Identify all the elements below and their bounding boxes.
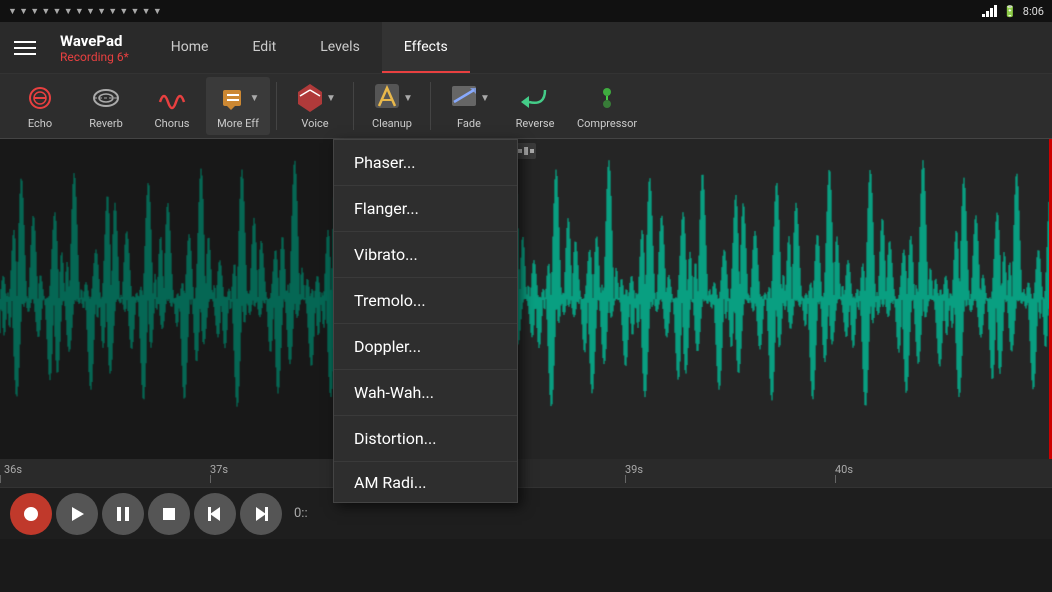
timeline: 36s 37s 38s 39s 40s (0, 459, 1052, 487)
cleanup-icon-row: ▼ (371, 82, 413, 114)
cleanup-button[interactable]: ▼ Cleanup (360, 77, 424, 135)
status-bar-right: 🔋 8:06 (982, 5, 1044, 18)
timeline-tick (0, 475, 1, 483)
timeline-marker-40s: 40s (835, 463, 853, 476)
fade-arrow: ▼ (480, 93, 490, 104)
tab-home[interactable]: Home (149, 22, 231, 73)
play-button[interactable] (56, 493, 98, 535)
voice-icon-row: ▼ (294, 82, 336, 114)
dropdown-item-wahwah[interactable]: Wah-Wah... (334, 370, 517, 416)
cleanup-icon (371, 82, 403, 114)
tab-levels[interactable]: Levels (298, 22, 382, 73)
timeline-tick (625, 475, 626, 483)
time-display: 8:06 (1023, 5, 1044, 18)
voice-icon (294, 82, 326, 114)
playback-bar: 0:: (0, 487, 1052, 539)
fade-button[interactable]: ▼ Fade (437, 77, 501, 135)
fade-label: Fade (457, 117, 481, 130)
echo-button[interactable]: Echo (8, 77, 72, 135)
more-effects-dropdown: Phaser... Flanger... Vibrato... Tremolo.… (333, 139, 518, 503)
more-effects-arrow: ▼ (250, 93, 260, 104)
timeline-tick (835, 475, 836, 483)
waveform-area[interactable] (0, 139, 1052, 459)
echo-label: Echo (28, 117, 52, 130)
reverb-button[interactable]: Reverb (74, 77, 138, 135)
more-effects-label: More Eff (217, 117, 259, 130)
more-effects-icon (217, 82, 249, 114)
nav-tabs: Home Edit Levels Effects (149, 22, 470, 73)
dropdown-item-phaser[interactable]: Phaser... (334, 140, 517, 186)
title-bar: WavePad Recording 6* Home Edit Levels Ef… (0, 22, 1052, 74)
record-button[interactable] (10, 493, 52, 535)
echo-icon (24, 82, 56, 114)
chorus-icon (156, 82, 188, 114)
app-name: WavePad (60, 32, 129, 50)
toolbar: Echo Reverb Chorus (0, 74, 1052, 139)
reverb-icon (90, 82, 122, 114)
cleanup-label: Cleanup (372, 117, 412, 130)
timeline-marker-36s: 36s (4, 463, 22, 476)
voice-label: Voice (301, 117, 328, 130)
cleanup-arrow: ▼ (403, 93, 413, 104)
reverse-icon (519, 82, 551, 114)
reverb-label: Reverb (89, 117, 123, 130)
stop-button[interactable] (148, 493, 190, 535)
compressor-label: Compressor (577, 117, 637, 130)
tab-effects[interactable]: Effects (382, 22, 470, 73)
next-button[interactable] (240, 493, 282, 535)
status-bar-notifications: ▼ ▼ ▼ ▼ ▼ ▼ ▼ ▼ ▼ ▼ ▼ ▼ ▼ ▼ (8, 6, 162, 17)
dropdown-item-amradio[interactable]: AM Radi... (334, 462, 517, 502)
more-effects-icon-row: ▼ (217, 82, 260, 114)
battery-icon: 🔋 (1003, 5, 1017, 18)
waveform-canvas[interactable] (0, 139, 1052, 459)
chorus-button[interactable]: Chorus (140, 77, 204, 135)
tab-edit[interactable]: Edit (230, 22, 298, 73)
timeline-marker-37s: 37s (210, 463, 228, 476)
voice-button[interactable]: ▼ Voice (283, 77, 347, 135)
reverse-label: Reverse (516, 117, 555, 130)
dropdown-item-flanger[interactable]: Flanger... (334, 186, 517, 232)
fade-icon (448, 82, 480, 114)
toolbar-divider-3 (430, 82, 431, 130)
chorus-label: Chorus (155, 117, 190, 130)
timeline-tick (210, 475, 211, 483)
compressor-button[interactable]: Compressor (569, 77, 645, 135)
hamburger-icon (14, 41, 36, 55)
timeline-marker-39s: 39s (625, 463, 643, 476)
status-bar: ▼ ▼ ▼ ▼ ▼ ▼ ▼ ▼ ▼ ▼ ▼ ▼ ▼ ▼ 🔋 8:06 (0, 0, 1052, 22)
hamburger-menu[interactable] (0, 22, 50, 74)
dropdown-item-vibrato[interactable]: Vibrato... (334, 232, 517, 278)
app-title: WavePad Recording 6* (50, 32, 139, 64)
toolbar-divider-2 (353, 82, 354, 130)
dropdown-item-distortion[interactable]: Distortion... (334, 416, 517, 462)
compressor-icon (591, 82, 623, 114)
reverse-button[interactable]: Reverse (503, 77, 567, 135)
recording-name: Recording 6* (60, 50, 129, 64)
playback-time: 0:: (294, 506, 308, 521)
voice-arrow: ▼ (326, 93, 336, 104)
more-effects-button[interactable]: ▼ More Eff (206, 77, 270, 135)
fade-icon-row: ▼ (448, 82, 490, 114)
dropdown-item-tremolo[interactable]: Tremolo... (334, 278, 517, 324)
toolbar-divider-1 (276, 82, 277, 130)
dropdown-item-doppler[interactable]: Doppler... (334, 324, 517, 370)
waveform-indicator (516, 143, 536, 159)
pause-button[interactable] (102, 493, 144, 535)
prev-button[interactable] (194, 493, 236, 535)
wifi-icon (982, 5, 997, 17)
